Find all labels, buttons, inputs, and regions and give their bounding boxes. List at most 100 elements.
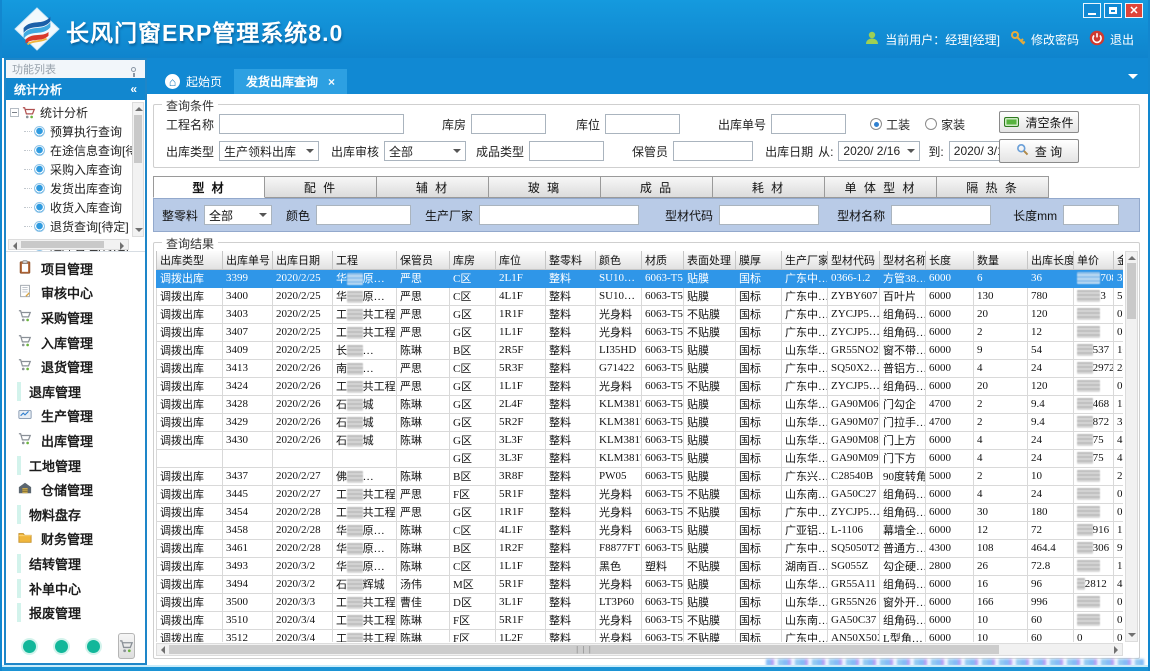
pin-icon[interactable] — [131, 67, 136, 72]
table-header-cell[interactable]: 整零料 — [546, 251, 596, 269]
material-tab[interactable]: 配 件 — [265, 176, 377, 198]
project-name-input[interactable] — [219, 114, 404, 134]
module-item[interactable]: 补单中心 — [6, 576, 145, 601]
length-input[interactable] — [1063, 205, 1119, 225]
table-row[interactable]: G区3L3F整料KLM38176063-T5贴膜国标山东华…GA90M09.门下… — [157, 449, 1124, 467]
table-header-cell[interactable]: 出库类型 — [157, 251, 223, 269]
product-type-input[interactable] — [529, 141, 604, 161]
module-item[interactable]: 结转管理 — [6, 551, 145, 576]
table-row[interactable]: 调拨出库34292020/2/26石██城陈琳G区5R2F整料KLM381760… — [157, 413, 1124, 431]
module-item[interactable]: 报废管理 — [6, 600, 145, 625]
location-input[interactable] — [605, 114, 680, 134]
table-row[interactable]: 调拨出库35002020/3/3工██共工程曹佳D区3L1F整料LT3P6060… — [157, 593, 1124, 611]
module-item[interactable]: 项目管理 — [6, 256, 145, 281]
material-tab[interactable]: 耗 材 — [713, 176, 825, 198]
tab-dropdown-icon[interactable] — [1128, 74, 1138, 84]
table-header-cell[interactable]: 出库日期 — [273, 251, 333, 269]
close-button[interactable]: ✕ — [1125, 3, 1143, 18]
table-row[interactable]: 调拨出库34942020/3/2石██辉城汤伟M区5R1F整料光身料6063-T… — [157, 575, 1124, 593]
jiazhuang-radio[interactable] — [925, 118, 937, 130]
clear-conditions-button[interactable]: 清空条件 — [999, 111, 1079, 133]
table-header-cell[interactable]: 膜厚 — [736, 251, 782, 269]
module-item[interactable]: 财务管理 — [6, 527, 145, 552]
module-item[interactable]: 仓储管理 — [6, 477, 145, 502]
table-header-cell[interactable]: 工程 — [333, 251, 397, 269]
manufacturer-input[interactable] — [479, 205, 639, 225]
audit-select[interactable]: 全部 — [384, 141, 466, 161]
table-header-cell[interactable]: 数量 — [974, 251, 1028, 269]
profile-code-input[interactable] — [719, 205, 819, 225]
table-header-cell[interactable]: 长度 — [926, 251, 974, 269]
gongzhuang-radio[interactable] — [870, 118, 882, 130]
tree-item[interactable]: 在途信息查询[待 — [10, 141, 145, 160]
tree-horizontal-scrollbar[interactable] — [8, 239, 129, 250]
module-circle-icon[interactable] — [23, 640, 36, 653]
order-no-input[interactable] — [771, 114, 846, 134]
table-row[interactable]: 调拨出库34072020/2/25工██共工程严思G区1L1F整料光身料6063… — [157, 323, 1124, 341]
results-vertical-scrollbar[interactable] — [1125, 251, 1138, 642]
table-row[interactable]: 调拨出库34542020/2/28工██共工程严思G区1R1F整料光身料6063… — [157, 503, 1124, 521]
table-row[interactable]: 调拨出库34582020/2/28华██原…陈琳C区4L1F整料光身料6063-… — [157, 521, 1124, 539]
module-item[interactable]: 出库管理 — [6, 428, 145, 453]
table-header-cell[interactable]: 库位 — [496, 251, 546, 269]
material-tab[interactable]: 隔 热 条 — [937, 176, 1049, 198]
table-header-cell[interactable]: 表面处理 — [684, 251, 736, 269]
table-header-cell[interactable]: 颜色 — [596, 251, 642, 269]
tab-home[interactable]: ⌂ 起始页 — [153, 69, 234, 94]
tab-close-icon[interactable]: × — [328, 75, 335, 89]
table-header-cell[interactable]: 库房 — [450, 251, 496, 269]
material-tab[interactable]: 成 品 — [601, 176, 713, 198]
search-button[interactable]: 查 询 — [999, 139, 1079, 163]
table-row[interactable]: 调拨出库35122020/3/4工██共工程陈琳F区1L2F整料光身料6063-… — [157, 629, 1124, 642]
material-tab[interactable]: 辅 材 — [377, 176, 489, 198]
tab-shipment-query[interactable]: 发货出库查询 × — [234, 69, 347, 94]
module-item[interactable]: 工地管理 — [6, 453, 145, 478]
keeper-input[interactable] — [673, 141, 753, 161]
table-row[interactable]: 调拨出库34242020/2/26工██共工程严思G区1L1F整料光身料6063… — [157, 377, 1124, 395]
material-tab[interactable]: 玻 璃 — [489, 176, 601, 198]
logout-button[interactable]: 退出 — [1089, 30, 1134, 49]
date-from-select[interactable]: 2020/ 2/16 — [838, 141, 920, 161]
table-row[interactable]: 调拨出库34612020/2/28华██原…陈琳B区1R2F整料F8877FT6… — [157, 539, 1124, 557]
table-header-cell[interactable]: 生产厂家 — [782, 251, 828, 269]
table-header-cell[interactable]: 金额 — [1114, 251, 1124, 269]
table-row[interactable]: 调拨出库34452020/2/27工██共工程严思F区5R1F整料光身料6063… — [157, 485, 1124, 503]
table-row[interactable]: 调拨出库34092020/2/25长██…陈琳B区2R5F整料LI35HD606… — [157, 341, 1124, 359]
maximize-button[interactable] — [1104, 3, 1122, 18]
tree-item[interactable]: 预算执行查询 — [10, 122, 145, 141]
module-item[interactable]: 采购管理 — [6, 305, 145, 330]
tree-expander-icon[interactable] — [10, 108, 19, 117]
table-row[interactable]: 调拨出库34372020/2/27佛██…陈琳B区3R8F整料PW056063-… — [157, 467, 1124, 485]
table-header-cell[interactable]: 型材代码 — [828, 251, 880, 269]
module-circle-icon[interactable] — [87, 640, 100, 653]
table-header-cell[interactable]: 出库单号 — [223, 251, 273, 269]
tree-item[interactable]: 收货入库查询 — [10, 198, 145, 217]
module-circle-icon[interactable] — [55, 640, 68, 653]
table-header-cell[interactable]: 型材名称 — [880, 251, 926, 269]
color-input[interactable] — [316, 205, 411, 225]
tree-item[interactable]: 退货查询[待定] — [10, 217, 145, 236]
table-row[interactable]: 调拨出库34302020/2/26石██城陈琳G区3L3F整料KLM381760… — [157, 431, 1124, 449]
material-tab[interactable]: 单 体 型 材 — [825, 176, 937, 198]
table-header-cell[interactable]: 出库长度 — [1028, 251, 1074, 269]
whole-piece-select[interactable]: 全部 — [204, 205, 272, 225]
outbound-type-select[interactable]: 生产领料出库 — [219, 141, 319, 161]
material-tab[interactable]: 型 材 — [153, 176, 265, 198]
table-row[interactable]: 调拨出库34132020/2/26南██…严思C区5R3F整料G71422606… — [157, 359, 1124, 377]
tree-item[interactable]: 采购入库查询 — [10, 160, 145, 179]
module-item[interactable]: 退库管理 — [6, 379, 145, 404]
minimize-button[interactable] — [1083, 3, 1101, 18]
table-row[interactable]: 调拨出库34282020/2/26石██城陈琳G区2L4F整料KLM381760… — [157, 395, 1124, 413]
results-horizontal-scrollbar[interactable]: | | | — [156, 643, 1123, 656]
module-item[interactable]: 审核中心 — [6, 281, 145, 306]
table-row[interactable]: 调拨出库34032020/2/25工██共工程严思G区1R1F整料光身料6063… — [157, 305, 1124, 323]
tree-item[interactable]: 发货出库查询 — [10, 179, 145, 198]
cart-module-button[interactable] — [118, 633, 135, 659]
table-row[interactable]: 调拨出库35102020/3/4工██共工程陈琳F区5R1F整料光身料6063-… — [157, 611, 1124, 629]
table-header-cell[interactable]: 材质 — [642, 251, 684, 269]
module-item[interactable]: 退货管理 — [6, 354, 145, 379]
collapse-icon[interactable]: « — [130, 82, 137, 96]
sidebar-group-header[interactable]: 统计分析 « — [6, 78, 145, 100]
table-row[interactable]: 调拨出库33992020/2/25华██原…严思C区2L1F整料SU10…606… — [157, 269, 1124, 287]
table-header-cell[interactable]: 保管员 — [397, 251, 450, 269]
